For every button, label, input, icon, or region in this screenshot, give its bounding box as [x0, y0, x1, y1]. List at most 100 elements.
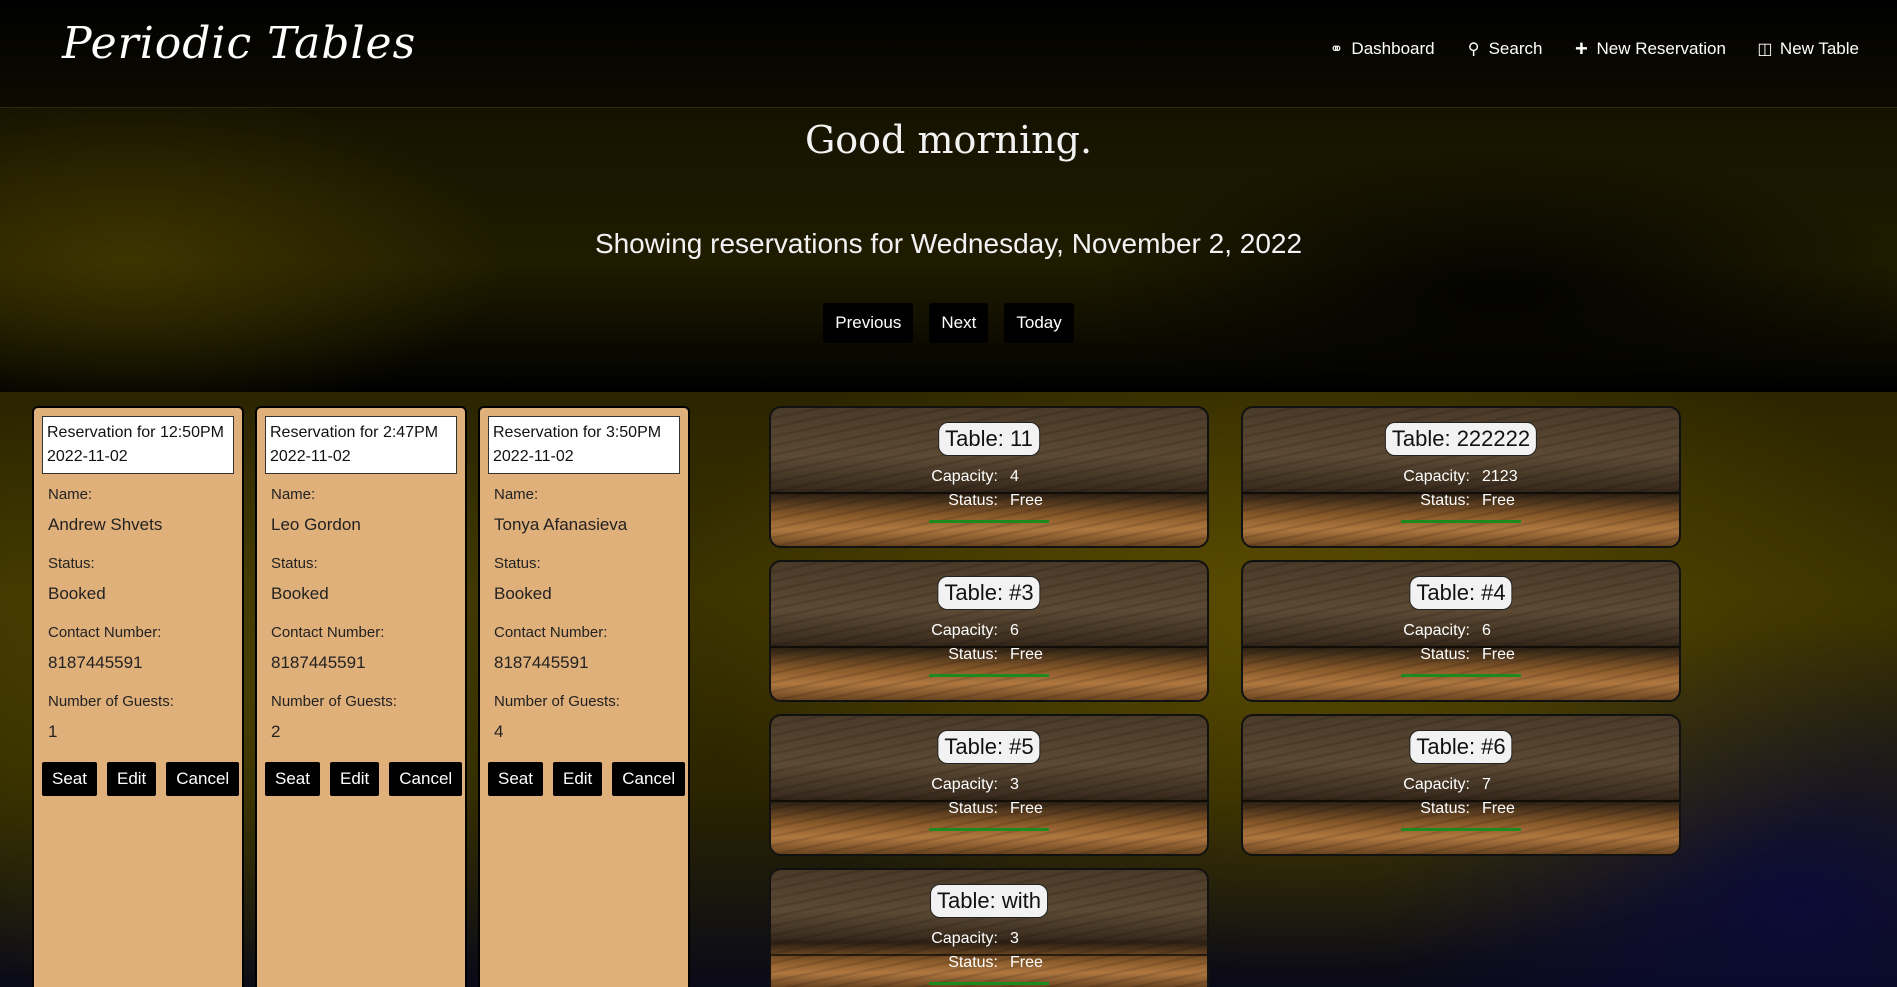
reservation-name: Andrew Shvets [48, 515, 163, 534]
status-indicator [929, 982, 1049, 985]
capacity-row: Capacity: 6 [1243, 622, 1679, 640]
status-label: Status: [948, 954, 998, 971]
table-title: Table: #3 [937, 576, 1041, 610]
table-card: Table: #3 Capacity: 6 Status: Free [769, 560, 1209, 702]
capacity-label: Capacity: [931, 776, 998, 793]
capacity-value: 3 [1010, 776, 1019, 793]
capacity-row: Capacity: 7 [1243, 776, 1679, 794]
status-value: Free [1010, 954, 1043, 971]
table-card: Table: #6 Capacity: 7 Status: Free [1241, 714, 1681, 856]
reservation-status: Booked [494, 584, 552, 603]
status-row: Status: Free [771, 492, 1207, 510]
edit-button[interactable]: Edit [552, 762, 603, 796]
contact-label: Contact Number: [48, 624, 162, 641]
nav-new-table[interactable]: ◫ New Table [1756, 36, 1859, 62]
reservation-card: Reservation for 12:50PM 2022-11-02 Name:… [32, 406, 244, 987]
table-title: Table: 11 [938, 422, 1040, 456]
nav-new-table-label: New Table [1779, 39, 1859, 58]
capacity-row: Capacity: 3 [771, 776, 1207, 794]
status-row: Status: Free [1243, 800, 1679, 818]
cancel-button[interactable]: Cancel [166, 762, 240, 796]
status-value: Free [1010, 646, 1043, 663]
reservation-name: Leo Gordon [271, 515, 361, 534]
capacity-label: Capacity: [931, 930, 998, 947]
seat-button[interactable]: Seat [42, 762, 97, 796]
status-label: Status: [948, 646, 998, 663]
reservation-actions: Seat Edit Cancel [42, 762, 242, 796]
seat-button[interactable]: Seat [265, 762, 320, 796]
status-label: Status: [271, 555, 318, 572]
today-button[interactable]: Today [1004, 303, 1074, 343]
table-card: Table: with Capacity: 3 Status: Free [769, 868, 1209, 987]
capacity-value: 3 [1010, 930, 1019, 947]
reservation-actions: Seat Edit Cancel [488, 762, 688, 796]
reservation-contact: 8187445591 [271, 653, 366, 672]
reservation-actions: Seat Edit Cancel [265, 762, 465, 796]
capacity-value: 4 [1010, 468, 1019, 485]
edit-button[interactable]: Edit [329, 762, 380, 796]
status-indicator [1401, 674, 1521, 677]
status-label: Status: [1420, 492, 1470, 509]
reservation-title: Reservation for 2:47PM [270, 424, 439, 441]
nav-links: ⚭ Dashboard ⚲ Search + New Reservation ◫… [1327, 36, 1859, 62]
table-title: Table: 222222 [1384, 422, 1538, 456]
reservation-date: 2022-11-02 [493, 448, 574, 465]
capacity-row: Capacity: 3 [771, 930, 1207, 948]
reservation-title: Reservation for 12:50PM [47, 424, 224, 441]
page: Periodic Tables ⚭ Dashboard ⚲ Search + N… [0, 0, 1897, 987]
nav-search[interactable]: ⚲ Search [1465, 36, 1543, 62]
reservation-header: Reservation for 3:50PM 2022-11-02 [488, 416, 680, 474]
capacity-row: Capacity: 4 [771, 468, 1207, 486]
next-button[interactable]: Next [929, 303, 989, 343]
status-row: Status: Free [1243, 492, 1679, 510]
capacity-label: Capacity: [1403, 622, 1470, 639]
table-title: Table: #6 [1409, 730, 1513, 764]
guests-label: Number of Guests: [48, 693, 174, 710]
status-value: Free [1010, 800, 1043, 817]
new-table-icon: ◫ [1757, 41, 1773, 58]
reservation-title: Reservation for 3:50PM [493, 424, 662, 441]
cancel-button[interactable]: Cancel [612, 762, 686, 796]
status-indicator [1401, 828, 1521, 831]
table-card: Table: 11 Capacity: 4 Status: Free [769, 406, 1209, 548]
table-title: Table: #5 [937, 730, 1041, 764]
name-label: Name: [494, 486, 539, 503]
capacity-value: 2123 [1482, 468, 1518, 485]
status-value: Free [1482, 492, 1515, 509]
capacity-value: 7 [1482, 776, 1491, 793]
previous-button[interactable]: Previous [823, 303, 914, 343]
contact-label: Contact Number: [271, 624, 385, 641]
status-indicator [929, 520, 1049, 523]
status-label: Status: [1420, 646, 1470, 663]
reservation-contact: 8187445591 [48, 653, 143, 672]
capacity-label: Capacity: [931, 468, 998, 485]
name-label: Name: [48, 486, 93, 503]
status-label: Status: [494, 555, 541, 572]
nav-new-reservation-label: New Reservation [1596, 39, 1726, 58]
status-label: Status: [948, 492, 998, 509]
navbar: Periodic Tables ⚭ Dashboard ⚲ Search + N… [0, 0, 1897, 108]
seat-button[interactable]: Seat [488, 762, 543, 796]
contact-label: Contact Number: [494, 624, 608, 641]
search-icon: ⚲ [1467, 41, 1480, 58]
reservation-guests: 2 [271, 722, 281, 741]
status-value: Free [1010, 492, 1043, 509]
capacity-label: Capacity: [1403, 468, 1470, 485]
status-row: Status: Free [771, 646, 1207, 664]
reservation-date: 2022-11-02 [47, 448, 128, 465]
guests-label: Number of Guests: [271, 693, 397, 710]
date-heading: Showing reservations for Wednesday, Nove… [594, 228, 1303, 259]
nav-dashboard[interactable]: ⚭ Dashboard [1327, 36, 1435, 62]
brand-logo[interactable]: Periodic Tables [62, 18, 416, 69]
status-value: Free [1482, 646, 1515, 663]
cancel-button[interactable]: Cancel [389, 762, 463, 796]
capacity-row: Capacity: 6 [771, 622, 1207, 640]
edit-button[interactable]: Edit [106, 762, 157, 796]
capacity-label: Capacity: [931, 622, 998, 639]
status-label: Status: [948, 800, 998, 817]
reservation-card: Reservation for 3:50PM 2022-11-02 Name: … [478, 406, 690, 987]
capacity-row: Capacity: 2123 [1243, 468, 1679, 486]
reservation-header: Reservation for 12:50PM 2022-11-02 [42, 416, 234, 474]
nav-new-reservation[interactable]: + New Reservation [1572, 36, 1726, 62]
table-card: Table: 222222 Capacity: 2123 Status: Free [1241, 406, 1681, 548]
